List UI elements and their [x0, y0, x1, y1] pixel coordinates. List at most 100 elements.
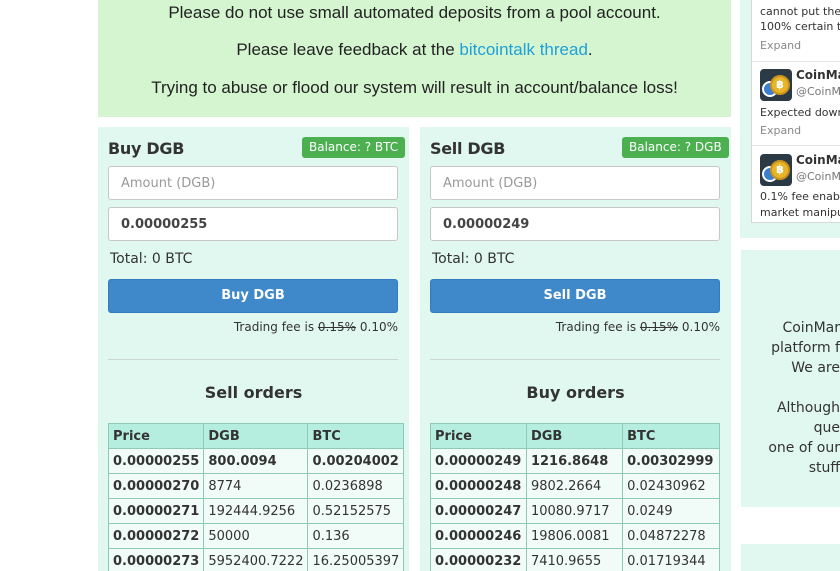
sidebar-info-box: CoinMar platform f We are Although que o…: [741, 250, 840, 507]
fee-old: 0.15%: [317, 320, 357, 334]
table-row[interactable]: 0.00000273 5952400.7222 16.25005397: [107, 548, 405, 571]
sidebar-text-line: Although: [776, 400, 840, 416]
tweet-author-handle[interactable]: @CoinM: [796, 85, 840, 98]
buy-total: Total: 0 BTC: [110, 251, 192, 267]
tweet-author-name[interactable]: CoinMar: [796, 153, 840, 167]
price-cell: 0.00000248: [430, 473, 527, 499]
sell-orders-table: Price DGB BTC 0.00000255 800.0094 0.0020…: [107, 423, 405, 571]
fee-new: 0.10%: [681, 320, 720, 334]
table-row[interactable]: 0.00000248 9802.2664 0.02430962: [430, 473, 720, 499]
notice-banner: Please do not use small automated deposi…: [98, 0, 731, 117]
buy-price-input[interactable]: [108, 207, 398, 241]
buy-amount-input[interactable]: [108, 166, 398, 200]
sidebar-text-line: CoinMar: [782, 320, 840, 336]
buy-title: Buy DGB: [108, 139, 185, 158]
amount-cell: 7410.9655: [525, 548, 624, 571]
column-header: Price: [430, 423, 527, 449]
btc-cell: 0.0249: [622, 498, 720, 524]
notice-line-2-suffix: .: [587, 40, 593, 59]
sidebar-text-line: one of our: [768, 440, 840, 456]
column-header: DGB: [525, 423, 624, 449]
bitcointalk-link[interactable]: bitcointalk thread: [459, 40, 588, 59]
sell-title: Sell DGB: [430, 139, 506, 158]
price-cell: 0.00000255: [107, 448, 205, 474]
price-cell: 0.00000270: [107, 473, 205, 499]
tweet-author-name[interactable]: CoinMar: [796, 68, 840, 82]
amount-cell: 1216.8648: [525, 448, 624, 474]
column-header: BTC: [622, 423, 720, 449]
sell-orders-title: Sell orders: [204, 383, 303, 402]
table-row[interactable]: 0.00000247 10080.9717 0.0249: [430, 498, 720, 524]
btc-cell: 16.25005397: [307, 548, 405, 571]
price-cell: 0.00000273: [107, 548, 205, 571]
amount-cell: 50000: [203, 523, 309, 549]
expand-link[interactable]: Expand: [760, 124, 801, 137]
btc-cell: 0.04872278: [622, 523, 720, 549]
price-cell: 0.00000271: [107, 498, 205, 524]
column-header: BTC: [307, 423, 405, 449]
sell-total: Total: 0 BTC: [432, 251, 514, 267]
tweet-text: Expected dowr: [760, 106, 840, 119]
btc-cell: 0.02430962: [622, 473, 720, 499]
sell-button[interactable]: Sell DGB: [430, 279, 720, 313]
btc-cell: 0.52152575: [307, 498, 405, 524]
fee-new: 0.10%: [359, 320, 398, 334]
price-cell: 0.00000247: [430, 498, 527, 524]
sell-panel: Sell DGB Balance: ? DGB Total: 0 BTC Sel…: [420, 127, 731, 571]
tweet-text: market manipu: [760, 206, 840, 219]
table-row[interactable]: 0.00000270 8774 0.0236898: [107, 473, 405, 499]
dgb-balance-badge[interactable]: Balance: ? DGB: [622, 137, 729, 158]
sidebar-text-line: We are: [791, 360, 840, 376]
table-header-row: Price DGB BTC: [107, 423, 405, 449]
tweet-text: 0.1% fee enab: [760, 190, 840, 203]
tweet-separator: [752, 61, 840, 62]
notice-line-1: Please do not use small automated deposi…: [168, 3, 661, 22]
notice-line-2-prefix: Please leave feedback at the: [236, 40, 455, 59]
tweet-text: 100% certain t: [760, 20, 840, 33]
amount-cell: 800.0094: [203, 448, 309, 474]
amount-cell: 9802.2664: [525, 473, 624, 499]
btc-cell: 0.01719344: [622, 548, 720, 571]
fee-prefix: Trading fee is: [233, 320, 315, 334]
amount-cell: 5952400.7222: [203, 548, 309, 571]
table-row[interactable]: 0.00000255 800.0094 0.00204002: [107, 448, 405, 474]
notice-line-2: Please leave feedback at the bitcointalk…: [98, 40, 731, 60]
buy-orders-title: Buy orders: [526, 383, 625, 402]
sell-amount-input[interactable]: [430, 166, 720, 200]
table-row[interactable]: 0.00000232 7410.9655 0.01719344: [430, 548, 720, 571]
buy-button[interactable]: Buy DGB: [108, 279, 398, 313]
btc-balance-badge[interactable]: Balance: ? BTC: [302, 137, 406, 158]
coinmarket-avatar-icon[interactable]: ฿: [760, 154, 792, 186]
sell-price-input[interactable]: [430, 207, 720, 241]
column-header: DGB: [203, 423, 309, 449]
table-row[interactable]: 0.00000249 1216.8648 0.00302999: [430, 448, 720, 474]
column-header: Price: [107, 423, 205, 449]
price-cell: 0.00000246: [430, 523, 527, 549]
price-cell: 0.00000232: [430, 548, 527, 571]
buy-orders-table: Price DGB BTC 0.00000249 1216.8648 0.003…: [430, 423, 720, 571]
sidebar-text-line: platform f: [771, 340, 840, 356]
buy-panel: Buy DGB Balance: ? BTC Total: 0 BTC Buy …: [98, 127, 409, 571]
sell-total-value: 0 BTC: [473, 251, 515, 267]
sell-total-label: Total:: [432, 251, 470, 267]
price-cell: 0.00000249: [430, 448, 527, 474]
tweet-text: cannot put the: [760, 5, 840, 18]
amount-cell: 8774: [203, 473, 309, 499]
fee-old: 0.15%: [639, 320, 679, 334]
sidebar-text-line: que: [813, 420, 840, 436]
buy-trading-fee: Trading fee is 0.15% 0.10%: [234, 320, 398, 334]
price-cell: 0.00000272: [107, 523, 205, 549]
coinmarket-avatar-icon[interactable]: ฿: [760, 69, 792, 101]
tweet-author-handle[interactable]: @CoinM: [796, 170, 840, 183]
amount-cell: 19806.0081: [525, 523, 624, 549]
sell-trading-fee: Trading fee is 0.15% 0.10%: [556, 320, 720, 334]
table-header-row: Price DGB BTC: [430, 423, 720, 449]
table-row[interactable]: 0.00000272 50000 0.136: [107, 523, 405, 549]
expand-link[interactable]: Expand: [760, 39, 801, 52]
tweet-separator: [752, 145, 840, 146]
notice-line-3: Trying to abuse or flood our system will…: [151, 78, 678, 97]
table-row[interactable]: 0.00000246 19806.0081 0.04872278: [430, 523, 720, 549]
table-row[interactable]: 0.00000271 192444.9256 0.52152575: [107, 498, 405, 524]
btc-cell: 0.0236898: [307, 473, 405, 499]
twitter-timeline[interactable]: cannot put the 100% certain t Expand ฿ C…: [751, 0, 840, 223]
